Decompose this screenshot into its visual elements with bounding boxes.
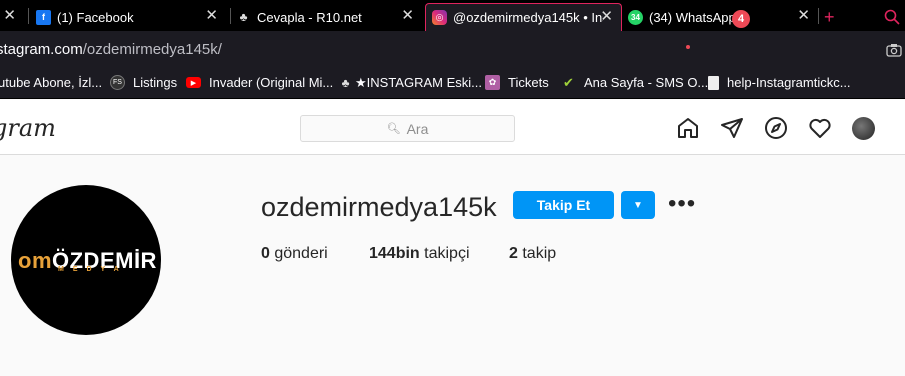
suggested-dropdown-button[interactable]: ▼ <box>621 191 655 219</box>
tab-instagram[interactable]: ◎ @ozdemirmedya145k • Ins ✕ <box>425 3 622 31</box>
search-icon: 🔍︎ <box>386 123 401 135</box>
r10-icon: ♣ <box>239 10 248 24</box>
youtube-icon: ▶ <box>186 77 201 88</box>
bookmark-label: Tickets <box>508 75 549 90</box>
direct-message-icon[interactable] <box>720 116 744 140</box>
search-placeholder: Ara <box>406 120 429 137</box>
search-tabs-button[interactable] <box>884 3 905 31</box>
bookmark-item[interactable]: ✔ Ana Sayfa - SMS O... <box>561 74 709 91</box>
tab-label: (1) Facebook <box>57 9 134 25</box>
search-input[interactable]: 🔍︎ Ara <box>300 115 515 142</box>
r10-icon: ♣ <box>341 76 350 90</box>
tab-label: @ozdemirmedya145k • Ins <box>453 10 603 25</box>
tab-partial[interactable]: ✕ <box>0 3 20 31</box>
whatsapp-icon: 34 <box>628 9 643 25</box>
bookmark-item[interactable]: ✿ Tickets <box>485 75 549 90</box>
tab-separator <box>818 8 819 24</box>
bookmark-item[interactable]: FS Listings <box>110 75 177 90</box>
document-icon <box>708 75 719 90</box>
notification-badge: 4 <box>732 10 750 28</box>
followers-count[interactable]: 144bin takipçi <box>369 245 470 263</box>
bookmark-label: Invader (Original Mi... <box>209 75 334 90</box>
url-path: /ozdemirmedya145k/ <box>82 41 222 58</box>
tab-whatsapp[interactable]: 34 (34) WhatsApp ✕ <box>628 3 818 31</box>
bookmarks-bar: utube Abone, İzl... FS Listings ▶ Invade… <box>0 69 905 99</box>
instagram-logo[interactable]: gram <box>0 114 56 142</box>
bookmark-label: utube Abone, İzl... <box>0 75 103 90</box>
instagram-navbar: gram 🔍︎ Ara <box>0 100 905 155</box>
check-icon: ✔ <box>563 74 574 90</box>
bookmark-label: help-Instagramtickc... <box>727 75 851 90</box>
explore-icon[interactable] <box>764 116 788 140</box>
bookmark-item[interactable]: help-Instagramtickc... <box>708 75 851 90</box>
close-tab-icon[interactable]: ✕ <box>401 8 414 24</box>
chevron-down-icon: ▼ <box>633 199 643 211</box>
user-avatar[interactable] <box>852 117 875 140</box>
active-indicator-dot <box>686 45 690 49</box>
tab-facebook[interactable]: f (1) Facebook ✕ <box>36 3 226 31</box>
bookmark-label: ★INSTAGRAM Eski... <box>355 75 482 90</box>
posts-count: 0 gönderi <box>261 245 328 262</box>
home-icon[interactable] <box>676 116 700 140</box>
profile-username: ozdemirmedya145k <box>261 192 497 222</box>
close-tab-icon[interactable]: ✕ <box>600 9 613 25</box>
tab-label: (34) WhatsApp <box>649 9 736 25</box>
address-bar[interactable]: stagram.com/ozdemirmedya145k/ <box>0 31 905 69</box>
instagram-icon: ◎ <box>432 10 447 25</box>
close-tab-icon[interactable]: ✕ <box>797 8 810 24</box>
screenshot-icon[interactable] <box>886 43 902 57</box>
following-count[interactable]: 2 takip <box>509 245 556 263</box>
bookmark-item[interactable]: ♣ ★INSTAGRAM Eski... <box>338 75 482 91</box>
more-options-icon[interactable]: ••• <box>668 192 696 216</box>
bookmark-label: Ana Sayfa - SMS O... <box>584 75 709 90</box>
url-host: stagram.com <box>0 41 83 58</box>
close-tab-icon[interactable]: ✕ <box>205 8 218 24</box>
bookmark-label: Listings <box>133 75 178 90</box>
close-tab-icon[interactable]: ✕ <box>3 8 16 24</box>
new-tab-button[interactable]: + <box>824 3 844 31</box>
facebook-icon: f <box>36 9 51 25</box>
search-icon <box>884 9 900 25</box>
tickets-icon: ✿ <box>485 75 500 90</box>
bookmark-item[interactable]: utube Abone, İzl... <box>0 75 102 90</box>
tab-separator <box>230 8 231 24</box>
heart-icon[interactable] <box>808 116 832 140</box>
tab-label: Cevapla - R10.net <box>257 9 362 25</box>
profile-logo-subtext: MEDYA <box>58 266 128 273</box>
tab-separator <box>28 8 29 24</box>
bookmark-item[interactable]: ▶ Invader (Original Mi... <box>186 75 333 90</box>
tab-r10[interactable]: ♣ Cevapla - R10.net ✕ <box>236 3 422 31</box>
fs-icon: FS <box>110 75 125 90</box>
url-text[interactable]: stagram.com/ozdemirmedya145k/ <box>0 41 222 58</box>
follow-button[interactable]: Takip Et <box>513 191 614 219</box>
browser-tab-bar: ✕ f (1) Facebook ✕ ♣ Cevapla - R10.net ✕… <box>0 0 905 31</box>
